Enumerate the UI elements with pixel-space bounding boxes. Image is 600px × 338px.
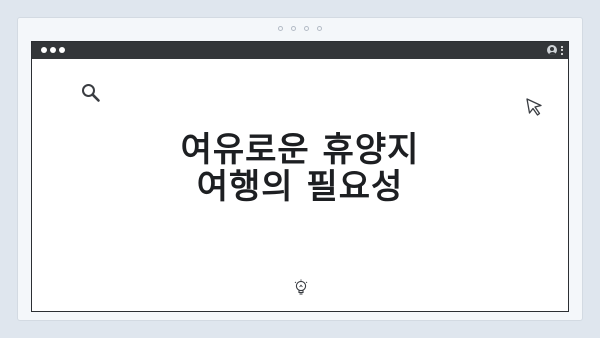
search-icon[interactable] bbox=[80, 82, 102, 104]
kebab-menu-icon[interactable] bbox=[561, 45, 563, 55]
frame-dot bbox=[317, 26, 322, 31]
lightbulb-icon bbox=[294, 279, 308, 295]
title-bar-actions bbox=[547, 45, 563, 55]
user-icon[interactable] bbox=[547, 45, 557, 55]
window-title-bar bbox=[32, 42, 568, 59]
frame-top-dots bbox=[18, 26, 582, 31]
close-window-button[interactable] bbox=[41, 47, 47, 53]
minimize-window-button[interactable] bbox=[50, 47, 56, 53]
frame-dot bbox=[304, 26, 309, 31]
page-headline: 여유로운 휴양지 여행의 필요성 bbox=[32, 132, 568, 206]
frame-dot bbox=[291, 26, 296, 31]
window-controls bbox=[41, 47, 65, 53]
headline-line-1: 여유로운 휴양지 bbox=[180, 130, 420, 170]
frame-dot bbox=[278, 26, 283, 31]
browser-window: 여유로운 휴양지 여행의 필요성 bbox=[31, 41, 569, 312]
headline-line-2: 여행의 필요성 bbox=[196, 167, 404, 207]
maximize-window-button[interactable] bbox=[59, 47, 65, 53]
cursor-icon bbox=[526, 98, 542, 116]
